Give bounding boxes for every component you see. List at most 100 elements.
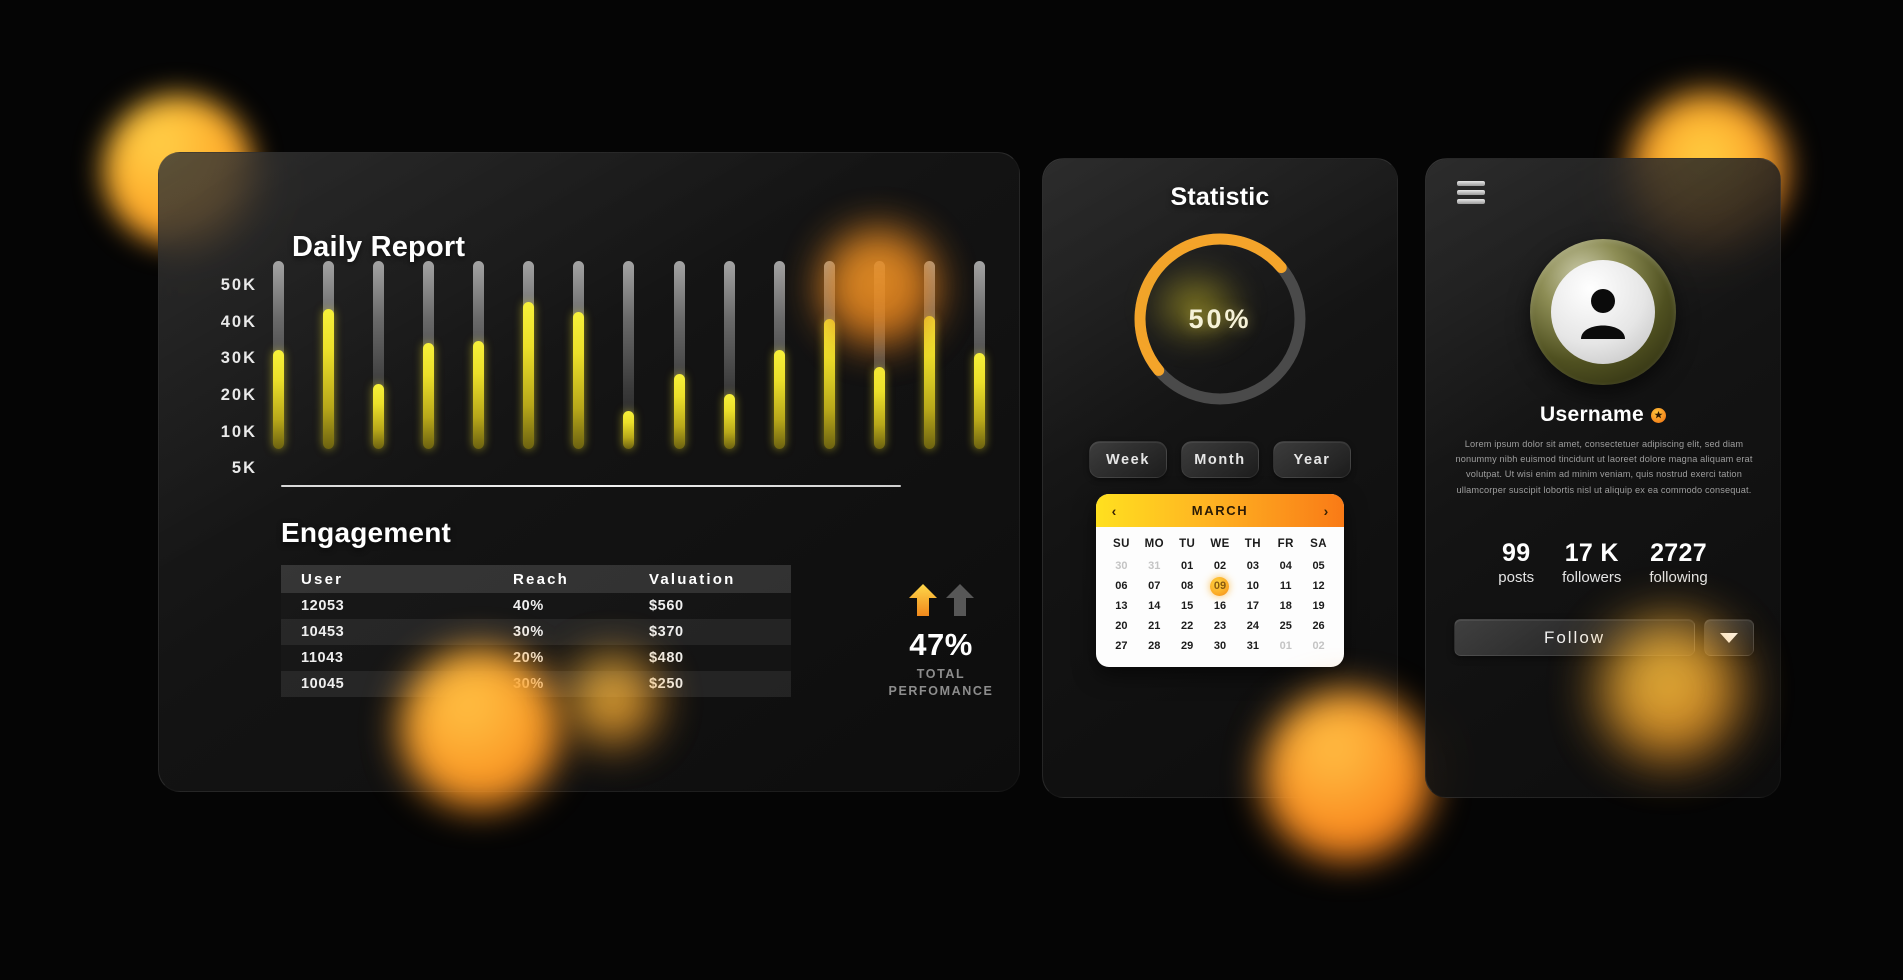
chart-bar-fill	[623, 411, 635, 449]
calendar-day[interactable]: 31	[1138, 556, 1171, 576]
calendar-day-label: 24	[1246, 620, 1259, 632]
stat-followers[interactable]: 17 K followers	[1562, 539, 1621, 586]
calendar-day[interactable]: 07	[1138, 576, 1171, 596]
calendar-day[interactable]: 17	[1236, 596, 1269, 616]
avatar[interactable]	[1530, 239, 1676, 385]
calendar-day[interactable]: 12	[1302, 576, 1335, 596]
chevron-left-icon[interactable]: ‹	[1107, 503, 1121, 519]
calendar-day[interactable]: 30	[1204, 636, 1237, 656]
performance-arrows	[871, 583, 1011, 617]
calendar-weekday: SA	[1310, 538, 1327, 550]
performance-label: TOTAL PERFOMANCE	[888, 667, 994, 698]
calendar-weekday: TU	[1179, 538, 1196, 550]
cell-reach: 40%	[513, 598, 544, 614]
range-button-week[interactable]: Week	[1089, 441, 1167, 478]
calendar-day[interactable]: 28	[1138, 636, 1171, 656]
calendar-day-label: 11	[1279, 580, 1292, 592]
profile-bio: Lorem ipsum dolor sit amet, consectetuer…	[1455, 439, 1753, 495]
chart-bar	[523, 261, 535, 449]
column-header-reach: Reach	[513, 570, 570, 588]
calendar-day[interactable]: 27	[1105, 636, 1138, 656]
calendar-day[interactable]: 13	[1105, 596, 1138, 616]
stat-number: 17 K	[1564, 539, 1619, 567]
performance-value: 47%	[909, 627, 973, 662]
chart-bar-fill	[473, 341, 485, 449]
chart-bar-fill	[523, 302, 535, 449]
chart-bar	[273, 261, 284, 449]
calendar-day[interactable]: 16	[1204, 596, 1237, 616]
calendar-day[interactable]: 23	[1204, 616, 1237, 636]
calendar-day[interactable]: 15	[1171, 596, 1204, 616]
caret-down-icon[interactable]	[1704, 619, 1754, 656]
chart-bar	[473, 261, 485, 449]
calendar-day[interactable]: 20	[1105, 616, 1138, 636]
calendar-day-label: 26	[1312, 620, 1325, 632]
range-button-month[interactable]: Month	[1181, 441, 1259, 478]
calendar-day[interactable]: 31	[1236, 636, 1269, 656]
calendar-day-label: 16	[1213, 600, 1227, 612]
calendar-day[interactable]: 01	[1171, 556, 1204, 576]
calendar-day[interactable]: 25	[1269, 616, 1302, 636]
follow-button[interactable]: Follow	[1454, 619, 1695, 656]
calendar-day-selected[interactable]: 09	[1204, 576, 1237, 596]
calendar-day-label: 30	[1115, 560, 1128, 572]
calendar-month-label: MARCH	[1191, 503, 1249, 518]
stat-label: following	[1649, 569, 1708, 586]
statistic-donut-chart: 50%	[1126, 225, 1314, 413]
calendar-day[interactable]: 21	[1138, 616, 1171, 636]
stat-number: 99	[1502, 539, 1531, 567]
calendar-day[interactable]: 02	[1302, 636, 1335, 656]
cell-valuation: $480	[649, 650, 684, 666]
column-header-valuation: Valuation	[649, 570, 736, 588]
calendar-day-label: 09	[1210, 576, 1230, 596]
range-button-year[interactable]: Year	[1273, 441, 1351, 478]
calendar-day[interactable]: 02	[1204, 556, 1237, 576]
statistic-title: Statistic	[1170, 183, 1270, 211]
calendar-day-label: 20	[1115, 620, 1128, 632]
calendar-day[interactable]: 03	[1236, 556, 1269, 576]
calendar-weekday-row: SU MO TU WE TH FR SA	[1105, 535, 1335, 556]
calendar-day-label: 06	[1115, 580, 1128, 592]
calendar-day-label: 02	[1312, 640, 1325, 652]
calendar-day-label: 03	[1246, 560, 1259, 572]
calendar-day[interactable]: 24	[1236, 616, 1269, 636]
chart-bar	[573, 261, 585, 449]
hamburger-menu-icon[interactable]	[1457, 181, 1485, 208]
table-header-row: User Reach Valuation	[281, 565, 791, 593]
calendar-day[interactable]: 05	[1302, 556, 1335, 576]
calendar-day-label: 30	[1213, 640, 1227, 652]
stat-number: 2727	[1650, 539, 1707, 567]
calendar-day-label: 12	[1312, 580, 1325, 592]
calendar-day[interactable]: 29	[1171, 636, 1204, 656]
table-row[interactable]: 10045 30% $250	[281, 671, 791, 697]
donut-value-label: 50%	[1188, 303, 1252, 334]
calendar-day[interactable]: 18	[1269, 596, 1302, 616]
calendar-day-label: 01	[1279, 640, 1292, 652]
chart-bar	[673, 261, 685, 449]
calendar-day[interactable]: 26	[1302, 616, 1335, 636]
calendar-day[interactable]: 22	[1171, 616, 1204, 636]
calendar-day[interactable]: 08	[1171, 576, 1204, 596]
calendar-day[interactable]: 06	[1105, 576, 1138, 596]
table-row[interactable]: 11043 20% $480	[281, 645, 791, 671]
profile-panel: Username Lorem ipsum dolor sit amet, con…	[1425, 158, 1781, 798]
stat-following[interactable]: 2727 following	[1649, 539, 1707, 586]
calendar-day-label: 25	[1279, 620, 1292, 632]
calendar-day-label: 31	[1148, 560, 1161, 572]
table-row[interactable]: 10453 30% $370	[281, 619, 791, 645]
calendar-day[interactable]: 10	[1236, 576, 1269, 596]
calendar-day[interactable]: 04	[1269, 556, 1302, 576]
dashboard-screen: Daily Report 50K 40K 30K 20K 10K 5K Engagemen…	[0, 0, 1903, 980]
calendar-day[interactable]: 01	[1269, 636, 1302, 656]
calendar-day[interactable]: 19	[1302, 596, 1335, 616]
calendar-day[interactable]: 30	[1105, 556, 1138, 576]
calendar-day[interactable]: 14	[1138, 596, 1171, 616]
calendar-day-label: 01	[1181, 560, 1194, 572]
stat-posts[interactable]: 99 posts	[1498, 539, 1534, 586]
chart-bar	[623, 261, 635, 449]
calendar-day[interactable]: 11	[1269, 576, 1302, 596]
calendar-day-label: 04	[1279, 560, 1292, 572]
table-row[interactable]: 12053 40% $560	[281, 593, 791, 619]
chevron-right-icon[interactable]: ›	[1319, 503, 1333, 519]
cell-user: 11043	[301, 650, 344, 666]
